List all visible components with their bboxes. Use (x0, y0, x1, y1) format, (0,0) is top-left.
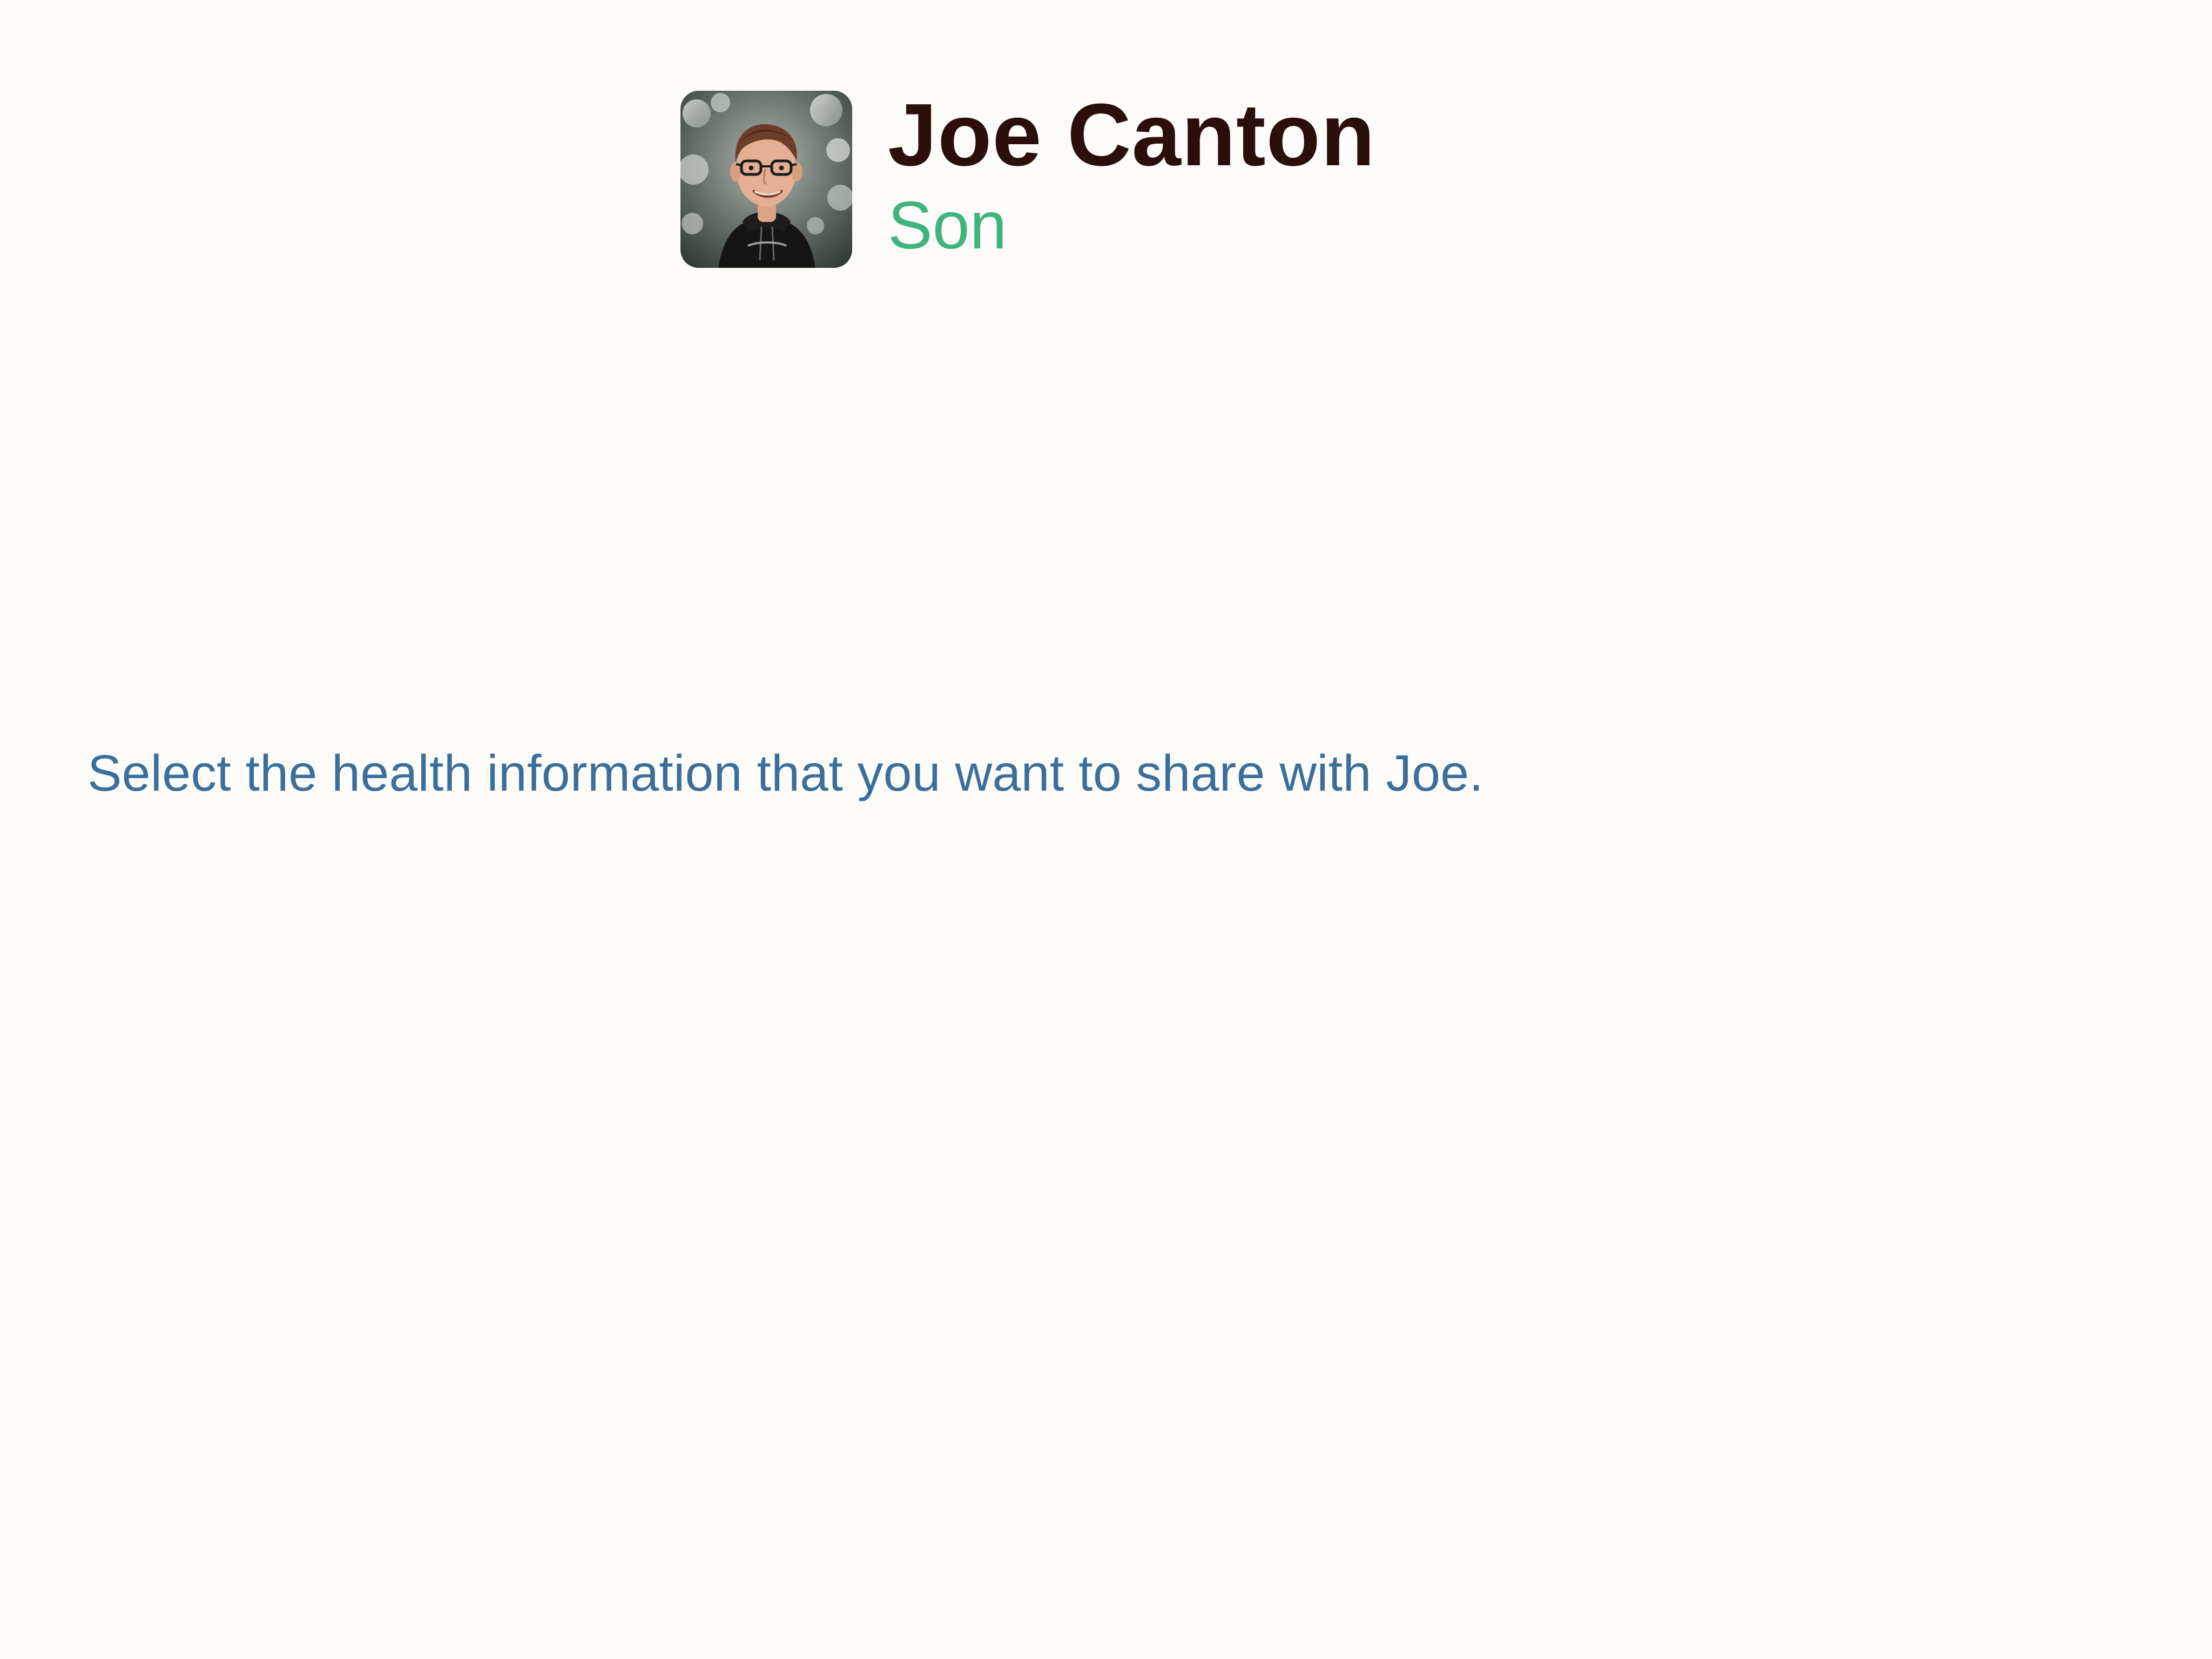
profile-name: Joe Canton (888, 85, 1375, 184)
instruction-text: Select the health information that you w… (87, 745, 1484, 802)
profile-header: Joe Canton Son (680, 91, 1375, 268)
avatar (680, 91, 852, 268)
profile-text: Joe Canton Son (888, 85, 1375, 263)
profile-relation: Son (888, 188, 1007, 263)
